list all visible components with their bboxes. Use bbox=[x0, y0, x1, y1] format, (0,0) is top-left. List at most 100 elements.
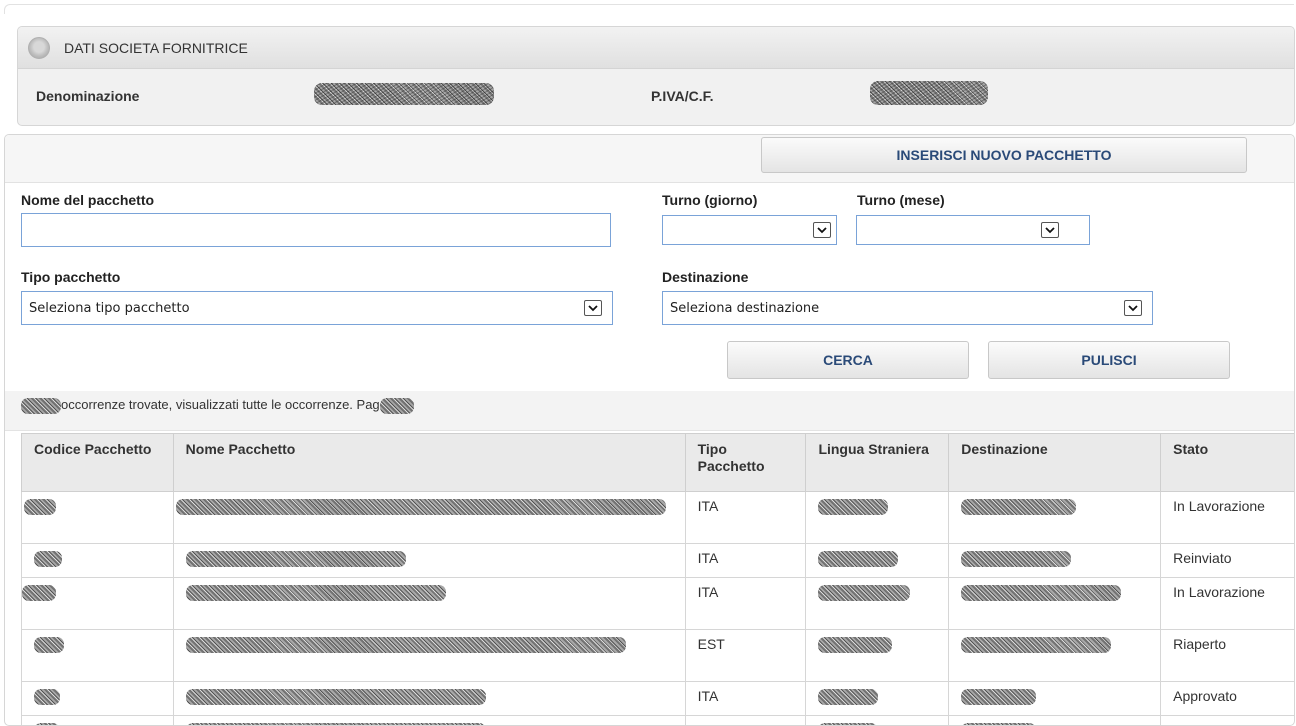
header-lingua[interactable]: Lingua Straniera bbox=[805, 433, 950, 492]
table-row[interactable]: ITA Approvato bbox=[21, 681, 1294, 716]
piva-value-redacted bbox=[870, 81, 988, 105]
redacted-value bbox=[818, 637, 893, 654]
tipo-cell: ITA bbox=[684, 715, 807, 725]
destinazione-value: Seleziona destinazione bbox=[670, 300, 820, 316]
redacted-value bbox=[185, 585, 446, 602]
codice-cell[interactable] bbox=[21, 543, 174, 578]
nome-cell[interactable] bbox=[172, 577, 686, 630]
stato-cell: Reinviato bbox=[1160, 543, 1294, 578]
redacted-value bbox=[818, 585, 911, 602]
redacted-value bbox=[24, 499, 56, 516]
codice-cell[interactable] bbox=[21, 629, 174, 682]
results-page-redacted bbox=[379, 397, 414, 414]
nome-cell[interactable] bbox=[172, 681, 686, 716]
turno-mese-label: Turno (mese) bbox=[857, 192, 945, 208]
company-panel-title: DATI SOCIETA FORNITRICE bbox=[64, 39, 248, 56]
company-panel-header[interactable]: DATI SOCIETA FORNITRICE bbox=[18, 27, 1294, 69]
chevron-down-icon[interactable] bbox=[1041, 222, 1059, 238]
redacted-value bbox=[185, 689, 486, 706]
redacted-value bbox=[961, 551, 1072, 568]
redacted-value bbox=[185, 551, 406, 568]
redacted-value bbox=[961, 689, 1037, 706]
redacted-value bbox=[22, 585, 56, 602]
nome-cell[interactable] bbox=[172, 629, 686, 682]
chevron-down-icon[interactable] bbox=[584, 300, 602, 316]
chevron-down-icon[interactable] bbox=[1124, 300, 1142, 316]
chevron-down-icon[interactable] bbox=[813, 222, 831, 238]
destinazione-cell bbox=[948, 681, 1162, 716]
table-row[interactable]: ITA In Lavorazione bbox=[21, 577, 1294, 630]
table-row[interactable]: EST Riaperto bbox=[21, 629, 1294, 682]
redacted-value bbox=[185, 637, 626, 654]
company-info-row: Denominazione P.IVA/C.F. bbox=[18, 69, 1294, 125]
table-row[interactable]: ITA In Lavorazione bbox=[21, 491, 1294, 544]
destinazione-cell bbox=[948, 629, 1162, 682]
codice-cell[interactable] bbox=[21, 491, 174, 544]
destinazione-label: Destinazione bbox=[662, 269, 749, 285]
tipo-pacchetto-label: Tipo pacchetto bbox=[21, 269, 121, 285]
turno-giorno-label: Turno (giorno) bbox=[662, 192, 758, 208]
stato-cell: Approvato bbox=[1160, 681, 1294, 716]
redacted-value bbox=[34, 551, 62, 568]
piva-label: P.IVA/C.F. bbox=[651, 88, 714, 104]
tipo-cell: EST bbox=[684, 629, 807, 682]
results-info-text: occorrenze trovate, visualizzati tutte l… bbox=[61, 397, 380, 412]
tipo-pacchetto-select[interactable]: Seleziona tipo pacchetto bbox=[21, 291, 613, 325]
redacted-value bbox=[34, 637, 64, 654]
tipo-cell: ITA bbox=[684, 577, 807, 630]
lingua-cell bbox=[805, 681, 950, 716]
redacted-value bbox=[818, 551, 899, 568]
header-codice[interactable]: Codice Pacchetto bbox=[21, 433, 174, 492]
codice-cell[interactable] bbox=[21, 681, 174, 716]
redacted-value bbox=[961, 585, 1122, 602]
destinazione-cell bbox=[948, 491, 1162, 544]
table-header-row: Codice Pacchetto Nome Pacchetto Tipo Pac… bbox=[21, 433, 1294, 492]
destinazione-cell bbox=[948, 543, 1162, 578]
search-panel: INSERISCI NUOVO PACCHETTO Nome del pacch… bbox=[4, 134, 1295, 726]
page-frame-edge bbox=[4, 4, 1294, 14]
header-tipo[interactable]: Tipo Pacchetto bbox=[684, 433, 807, 492]
company-panel: DATI SOCIETA FORNITRICE Denominazione P.… bbox=[17, 26, 1295, 126]
table-row[interactable]: ITA Approvato bbox=[21, 715, 1294, 725]
redacted-value bbox=[818, 499, 889, 516]
nome-cell[interactable] bbox=[172, 715, 686, 725]
new-package-button[interactable]: INSERISCI NUOVO PACCHETTO bbox=[761, 137, 1247, 173]
nome-cell[interactable] bbox=[172, 543, 686, 578]
stato-cell: Approvato bbox=[1160, 715, 1294, 725]
denominazione-value-redacted bbox=[314, 83, 494, 105]
tipo-cell: ITA bbox=[684, 543, 807, 578]
pulisci-button[interactable]: PULISCI bbox=[988, 341, 1230, 379]
turno-mese-select[interactable] bbox=[856, 215, 1090, 245]
cerca-button[interactable]: CERCA bbox=[727, 341, 969, 379]
results-count-redacted bbox=[21, 397, 61, 414]
header-nome[interactable]: Nome Pacchetto bbox=[172, 433, 686, 492]
destinazione-cell bbox=[948, 715, 1162, 725]
table-row[interactable]: ITA Reinviato bbox=[21, 543, 1294, 578]
results-info: occorrenze trovate, visualizzati tutte l… bbox=[21, 397, 414, 414]
packages-table: Codice Pacchetto Nome Pacchetto Tipo Pac… bbox=[21, 433, 1294, 725]
denominazione-label: Denominazione bbox=[36, 88, 140, 104]
codice-cell[interactable] bbox=[21, 577, 174, 630]
stato-cell: In Lavorazione bbox=[1160, 491, 1294, 544]
nome-cell[interactable] bbox=[172, 491, 686, 544]
lingua-cell bbox=[805, 715, 950, 725]
header-destinazione[interactable]: Destinazione bbox=[948, 433, 1162, 492]
turno-giorno-select[interactable] bbox=[662, 215, 837, 245]
radio-dot-icon[interactable] bbox=[28, 36, 50, 59]
tipo-pacchetto-value: Seleziona tipo pacchetto bbox=[29, 300, 190, 316]
redacted-value bbox=[961, 637, 1112, 654]
lingua-cell bbox=[805, 543, 950, 578]
header-stato[interactable]: Stato bbox=[1160, 433, 1294, 492]
nome-pacchetto-input[interactable] bbox=[21, 213, 611, 247]
destinazione-select[interactable]: Seleziona destinazione bbox=[662, 291, 1153, 325]
destinazione-cell bbox=[948, 577, 1162, 630]
redacted-value bbox=[175, 499, 666, 516]
tipo-cell: ITA bbox=[684, 681, 807, 716]
lingua-cell bbox=[805, 491, 950, 544]
stato-cell: In Lavorazione bbox=[1160, 577, 1294, 630]
redacted-value bbox=[961, 499, 1077, 516]
codice-cell[interactable] bbox=[21, 715, 174, 725]
nome-pacchetto-label: Nome del pacchetto bbox=[21, 192, 155, 208]
lingua-cell bbox=[805, 577, 950, 630]
tipo-cell: ITA bbox=[684, 491, 807, 544]
